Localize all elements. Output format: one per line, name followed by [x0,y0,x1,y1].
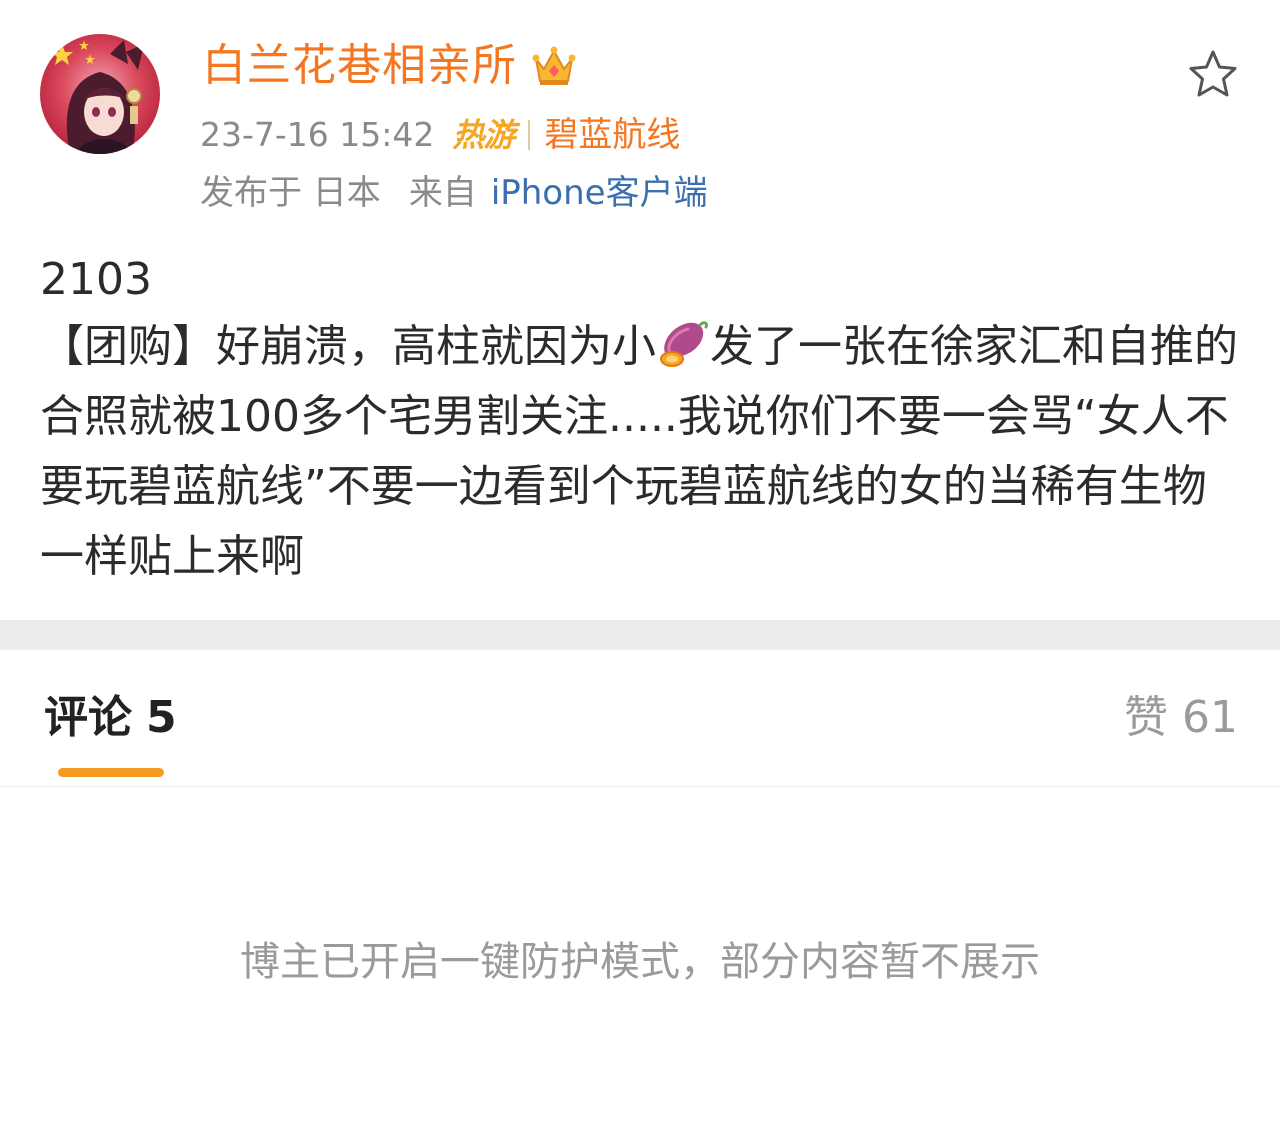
active-tab-indicator [58,768,164,777]
hot-game-tag[interactable]: 热游 [452,110,515,160]
author-name[interactable]: 白兰花巷相亲所 [202,36,517,96]
anime-girl-avatar-icon [40,34,160,154]
post-source: 发布于 日本 来自 iPhone客户端 [200,168,708,218]
comments-tab-bar: 评论 5 赞 61 [0,650,1280,787]
tab-comments-count: 5 [146,692,177,743]
comments-area: 博主已开启一键防护模式，部分内容暂不展示 [0,787,1280,1134]
protection-notice: 博主已开启一键防护模式，部分内容暂不展示 [240,939,1040,985]
post-header: 白兰花巷相亲所 23-7-16 15:42 热游 碧蓝航线 发布于 日本 来自 … [0,0,1280,240]
tab-comments-label: 评论 [44,692,132,743]
post-text: 【团购】好崩溃，高柱就因为小 发了一张在徐家汇和自推的合照就被100多个宅男割关… [40,312,1250,592]
post-number: 2103 [40,254,152,305]
post-text-part1: 【团购】好崩溃，高柱就因为小 [40,321,656,372]
sweet-potato-icon [656,315,710,369]
author-avatar[interactable] [40,34,160,154]
topic-link[interactable]: 碧蓝航线 [544,110,680,160]
meta-divider [528,120,531,150]
post-body: 2103 【团购】好崩溃，高柱就因为小 发了一张在徐家汇和自推的合照就被100多… [40,248,1250,592]
post-location: 发布于 日本 [200,173,381,213]
tab-likes-label: 赞 [1124,692,1168,743]
tab-likes-count: 61 [1182,692,1238,743]
tab-comments[interactable]: 评论 5 [44,688,177,748]
source-prefix: 来自 [408,173,477,213]
star-outline-icon[interactable] [1186,48,1240,102]
tab-likes[interactable]: 赞 61 [1124,688,1238,748]
crown-icon [531,43,577,89]
source-device-link[interactable]: iPhone客户端 [491,168,708,218]
author-row: 白兰花巷相亲所 [202,36,577,96]
post-meta: 23-7-16 15:42 热游 碧蓝航线 [200,110,680,160]
section-divider [0,620,1280,650]
post-timestamp: 23-7-16 15:42 [200,115,435,154]
